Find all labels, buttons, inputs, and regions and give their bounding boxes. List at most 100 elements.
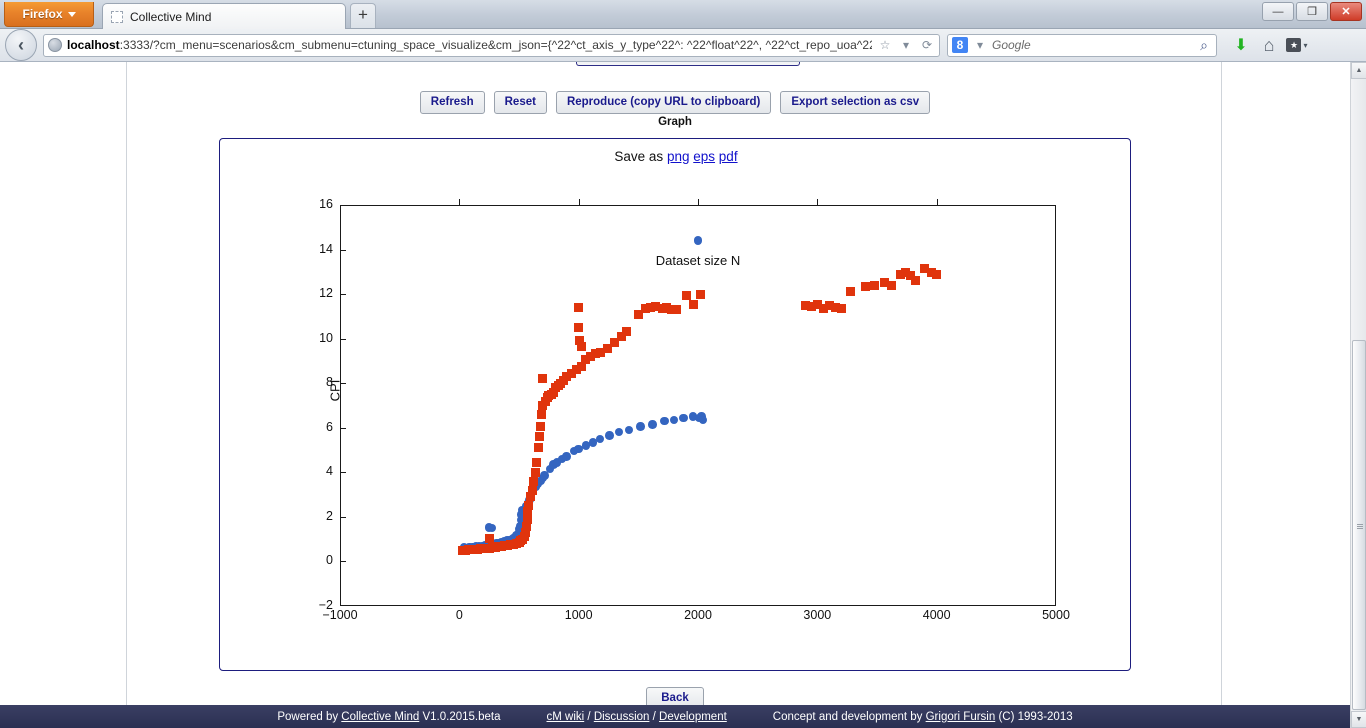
home-icon[interactable]: ⌂ <box>1255 31 1283 59</box>
data-point-red-squares <box>529 477 538 486</box>
y-axis-label: CPI <box>328 291 343 491</box>
footer-separator: / <box>653 711 656 723</box>
chevron-down-icon[interactable]: ▾ <box>972 37 988 53</box>
save-png-link[interactable]: png <box>667 149 690 164</box>
search-input[interactable]: Google <box>992 38 1192 52</box>
data-point-red-squares <box>672 305 681 314</box>
page-scrollbar[interactable]: ▲ ▼ <box>1350 62 1366 728</box>
save-as-label: Save as <box>614 149 663 164</box>
scroll-down-arrow-icon[interactable]: ▼ <box>1351 711 1366 728</box>
y-axis-tick-label: 2 <box>280 509 340 523</box>
firefox-menu-button[interactable]: Firefox <box>4 2 94 27</box>
y-axis-tick-label: 12 <box>280 286 340 300</box>
data-point-red-squares <box>911 276 920 285</box>
x-axis-tick-mark <box>698 199 699 205</box>
data-point-red-squares <box>574 323 583 332</box>
tab-title: Collective Mind <box>130 10 211 24</box>
footer-powered-by: Powered by Collective Mind V1.0.2015.bet… <box>277 711 500 723</box>
restore-button[interactable]: ❐ <box>1296 2 1328 21</box>
address-bar[interactable]: localhost:3333/?cm_menu=scenarios&cm_sub… <box>43 34 940 57</box>
browser-tab-collective-mind[interactable]: Collective Mind <box>102 3 346 29</box>
navigation-toolbar: ‹ localhost:3333/?cm_menu=scenarios&cm_s… <box>0 29 1366 62</box>
chevron-down-icon: ▾ <box>1303 41 1307 50</box>
search-icon[interactable]: ⌕ <box>1196 37 1212 53</box>
data-point-red-squares <box>537 410 546 419</box>
new-tab-button[interactable]: + <box>350 3 376 28</box>
x-axis-tick-mark <box>937 199 938 205</box>
author-link[interactable]: Grigori Fursin <box>926 711 996 723</box>
firefox-browser-window: Firefox Collective Mind + — ❐ ✕ ‹ localh… <box>0 0 1366 728</box>
favicon-placeholder-icon <box>111 11 123 23</box>
y-axis-tick-mark <box>340 561 346 562</box>
data-point-red-squares <box>532 458 541 467</box>
bookmark-star-icon[interactable]: ☆ <box>877 37 893 53</box>
y-axis-tick-mark <box>340 472 346 473</box>
cm-wiki-link[interactable]: cM wiki <box>547 711 585 723</box>
data-point-red-squares <box>861 282 870 291</box>
reload-icon[interactable]: ⟳ <box>919 37 935 53</box>
scroll-up-arrow-icon[interactable]: ▲ <box>1351 62 1366 79</box>
y-axis-tick-label: 16 <box>280 197 340 211</box>
footer-credits: Concept and development by Grigori Fursi… <box>773 711 1073 723</box>
tab-bar: Firefox Collective Mind + — ❐ ✕ <box>0 0 1366 29</box>
y-axis-tick-label: 6 <box>280 420 340 434</box>
x-axis-label: Dataset size N <box>340 253 1056 268</box>
scrollbar-grip-icon <box>1357 524 1363 529</box>
download-arrow-icon[interactable]: ⬇ <box>1227 31 1255 59</box>
cropped-widget-above-fold <box>576 62 800 66</box>
y-axis-tick-mark <box>340 383 346 384</box>
reproduce-button[interactable]: Reproduce (copy URL to clipboard) <box>556 91 771 114</box>
export-csv-button[interactable]: Export selection as csv <box>780 91 930 114</box>
discussion-link[interactable]: Discussion <box>594 711 650 723</box>
url-text: localhost:3333/?cm_menu=scenarios&cm_sub… <box>67 38 872 52</box>
y-axis-tick-mark <box>340 517 346 518</box>
scrollbar-thumb[interactable] <box>1352 340 1366 710</box>
chevron-down-icon <box>68 12 76 17</box>
footer-links: cM wiki / Discussion / Development <box>547 711 727 723</box>
y-axis-tick-mark <box>340 250 346 251</box>
chevron-down-icon[interactable]: ▾ <box>898 37 914 53</box>
footer-version: V1.0.2015.beta <box>422 711 500 723</box>
graph-panel: Save as png eps pdf CPI Dataset size N −… <box>219 138 1131 671</box>
y-axis-tick-label: 14 <box>280 242 340 256</box>
footer-copyright: (C) 1993-2013 <box>998 711 1072 723</box>
x-axis-tick-label: 5000 <box>1016 608 1096 622</box>
search-bar[interactable]: 8 ▾ Google ⌕ <box>947 34 1217 57</box>
data-point-red-squares <box>837 304 846 313</box>
reset-button[interactable]: Reset <box>494 91 547 114</box>
url-host: localhost <box>67 38 120 52</box>
y-axis-tick-label: 0 <box>280 553 340 567</box>
y-axis-tick-label: 8 <box>280 375 340 389</box>
x-axis-tick-label: 0 <box>419 608 499 622</box>
page-footer: Powered by Collective Mind V1.0.2015.bet… <box>0 705 1350 728</box>
page-content: Refresh Reset Reproduce (copy URL to cli… <box>126 62 1222 706</box>
data-point-blue-circles <box>605 431 614 440</box>
data-point-red-squares <box>536 422 545 431</box>
data-point-red-squares <box>577 342 586 351</box>
data-point-red-squares <box>531 468 540 477</box>
data-point-red-squares <box>932 270 941 279</box>
refresh-button[interactable]: Refresh <box>420 91 485 114</box>
browser-back-button[interactable]: ‹ <box>5 29 37 61</box>
x-axis-tick-label: 2000 <box>658 608 738 622</box>
data-point-red-squares <box>538 374 547 383</box>
save-pdf-link[interactable]: pdf <box>719 149 738 164</box>
bookmarks-menu-icon[interactable]: ★ ▾ <box>1283 31 1311 59</box>
minimize-button[interactable]: — <box>1262 2 1294 21</box>
data-point-red-squares <box>682 291 691 300</box>
collective-mind-link[interactable]: Collective Mind <box>341 711 419 723</box>
close-button[interactable]: ✕ <box>1330 2 1362 21</box>
data-point-red-squares <box>535 432 544 441</box>
scatter-plot: CPI Dataset size N −20246810121416−10000… <box>340 205 1056 606</box>
data-point-red-squares <box>528 486 537 495</box>
url-path: :3333/?cm_menu=scenarios&cm_submenu=ctun… <box>120 38 872 52</box>
data-point-red-squares <box>523 515 532 524</box>
graph-section-heading: Graph <box>127 116 1223 128</box>
save-eps-link[interactable]: eps <box>693 149 715 164</box>
data-point-red-squares <box>524 501 533 510</box>
x-axis-tick-label: 4000 <box>897 608 977 622</box>
data-point-blue-circles <box>636 422 645 431</box>
development-link[interactable]: Development <box>659 711 727 723</box>
data-point-blue-circles <box>648 420 657 429</box>
data-point-red-squares <box>574 303 583 312</box>
